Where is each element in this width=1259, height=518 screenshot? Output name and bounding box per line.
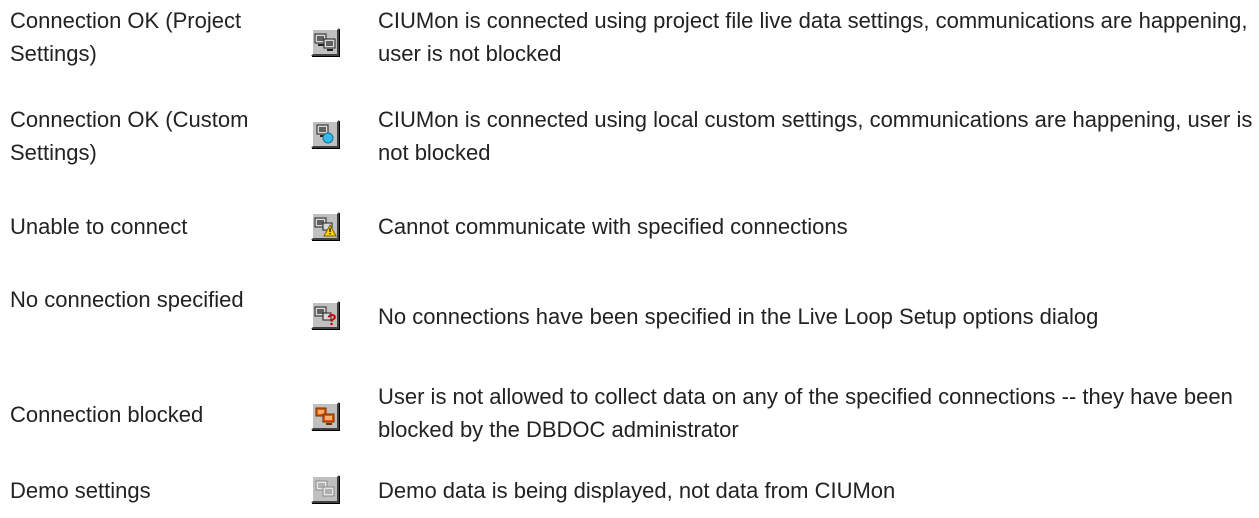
status-description: Demo data is being displayed, not data f… — [378, 478, 896, 503]
status-description: User is not allowed to collect data on a… — [378, 384, 1233, 442]
status-description: CIUMon is connected using local custom s… — [378, 107, 1253, 165]
status-description: CIUMon is connected using project file l… — [378, 8, 1248, 66]
status-label: No connection specified — [10, 287, 244, 312]
svg-text:?: ? — [327, 312, 337, 327]
demo-settings-icon — [311, 475, 339, 503]
status-label: Connection OK (Project Settings) — [10, 8, 242, 66]
connection-ok-custom-icon — [311, 120, 339, 148]
status-description: No connections have been specified in th… — [378, 304, 1099, 329]
no-connection-icon: ? — [311, 301, 339, 329]
status-label: Unable to connect — [10, 214, 188, 239]
unable-to-connect-icon — [311, 212, 339, 240]
connection-blocked-icon — [311, 402, 339, 430]
connection-ok-project-icon — [311, 28, 339, 56]
status-label: Connection blocked — [10, 402, 204, 427]
status-label: Demo settings — [10, 478, 151, 503]
status-label: Connection OK (Custom Settings) — [10, 107, 249, 165]
status-description: Cannot communicate with specified connec… — [378, 214, 848, 239]
